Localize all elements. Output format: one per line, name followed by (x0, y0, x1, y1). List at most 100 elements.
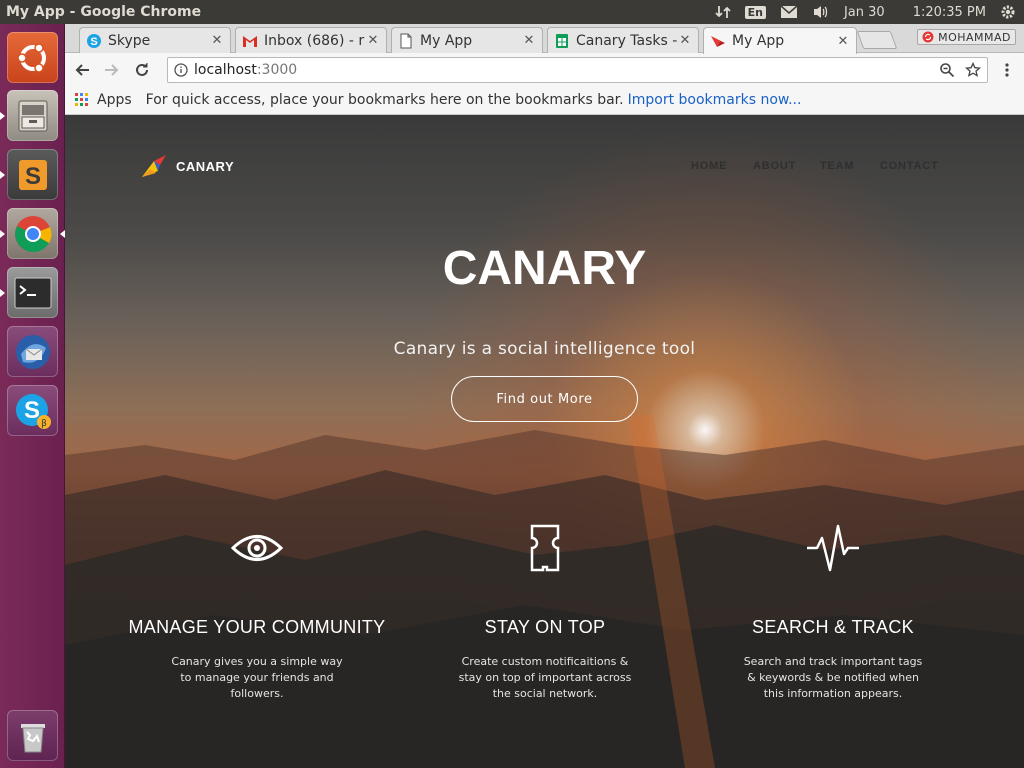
thunderbird-icon (15, 334, 50, 369)
star-icon[interactable] (965, 61, 981, 78)
sheets-icon (554, 33, 570, 49)
feature-text: Canary gives you a simple way to manage … (171, 655, 343, 700)
keyboard-layout-indicator[interactable]: En (744, 5, 766, 19)
canary-bird-logo-icon (142, 155, 166, 177)
pulse-icon (688, 523, 978, 573)
nav-link-home[interactable]: HOME (691, 160, 727, 172)
skype-icon: S (86, 33, 102, 49)
kebab-menu-icon (1005, 62, 1009, 77)
ubuntu-dash-button[interactable] (7, 32, 58, 83)
chrome-window: S Skype ✕ Inbox (686) - r ✕ My App ✕ Can… (65, 24, 1024, 768)
page-icon (398, 33, 414, 49)
sync-error-icon (922, 31, 934, 43)
close-icon[interactable]: ✕ (210, 33, 224, 48)
volume-icon[interactable] (812, 4, 830, 20)
tab-my-app-active[interactable]: My App ✕ (703, 27, 857, 54)
unity-launcher: S S β (0, 24, 65, 768)
tab-label: Skype (108, 32, 151, 49)
arrow-left-icon (75, 63, 89, 76)
nav-link-contact[interactable]: CONTACT (880, 160, 939, 172)
apps-link[interactable]: Apps (97, 92, 132, 108)
sublime-text-icon: S (18, 159, 47, 190)
file-cabinet-icon (18, 100, 47, 131)
nav-link-team[interactable]: TEAM (820, 160, 854, 172)
tab-label: My App (420, 32, 473, 49)
url-host: localhost (194, 61, 257, 78)
close-icon[interactable]: ✕ (522, 33, 536, 48)
feature-text: Search and track important tags & keywor… (743, 655, 923, 700)
hero-subtitle: Canary is a social intelligence tool (393, 339, 696, 359)
site-brand[interactable]: CANARY (140, 153, 234, 179)
feature-text: Create custom notificaitions & stay on t… (458, 655, 632, 700)
ubuntu-logo-icon (16, 42, 46, 73)
menu-button[interactable] (996, 59, 1018, 81)
tab-skype[interactable]: S Skype ✕ (79, 27, 231, 53)
bookmarks-bar: Apps For quick access, place your bookma… (65, 86, 1024, 115)
top-panel: My App - Google Chrome En Jan 30 1:20:35… (0, 0, 1024, 24)
system-tray: En Jan 30 1:20:35 PM (714, 4, 1024, 20)
close-icon[interactable]: ✕ (836, 34, 850, 49)
tab-canary-tasks[interactable]: Canary Tasks - ✕ (547, 27, 699, 53)
import-bookmarks-link[interactable]: Import bookmarks now... (628, 92, 802, 108)
address-bar[interactable]: localhost:3000 (167, 56, 988, 83)
tab-label: My App (732, 33, 785, 49)
chrome-launcher[interactable] (0, 208, 65, 259)
mail-icon[interactable] (780, 5, 798, 19)
skype-icon: S β (15, 393, 51, 429)
url-port: :3000 (256, 61, 298, 78)
back-button[interactable] (71, 59, 93, 81)
tab-inbox[interactable]: Inbox (686) - r ✕ (235, 27, 387, 53)
svg-text:S: S (90, 36, 97, 48)
trash-icon (20, 723, 45, 752)
thunderbird-launcher[interactable] (7, 326, 58, 377)
find-out-more-button[interactable]: Find out More (451, 376, 638, 422)
zoom-icon[interactable] (939, 62, 955, 78)
feature-title: SEARCH & TRACK (752, 617, 914, 637)
nav-link-about[interactable]: ABOUT (753, 160, 796, 172)
files-launcher[interactable] (0, 90, 58, 141)
feature-title: STAY ON TOP (484, 617, 606, 637)
feature-manage-community: MANAGE YOUR COMMUNITY Canary gives you a… (112, 523, 402, 702)
gear-icon[interactable] (1000, 4, 1016, 20)
site-navbar: CANARY HOME ABOUT TEAM CONTACT (65, 115, 1024, 215)
feature-stay-on-top: STAY ON TOP Create custom notificaitions… (400, 523, 690, 702)
forward-button[interactable] (101, 59, 123, 81)
tab-label: Canary Tasks - (576, 32, 678, 49)
apps-grid-icon[interactable] (75, 93, 89, 107)
reload-button[interactable] (131, 59, 153, 81)
gmail-icon (242, 33, 258, 49)
ticket-icon (400, 523, 690, 573)
web-page: CANARY HOME ABOUT TEAM CONTACT CANARY Ca… (65, 115, 1024, 768)
app-icon (710, 33, 726, 49)
close-icon[interactable]: ✕ (366, 33, 380, 48)
sublime-text-launcher[interactable]: S (0, 149, 58, 200)
svg-text:S: S (24, 163, 40, 190)
clock-label[interactable]: 1:20:35 PM (913, 5, 986, 20)
info-icon[interactable] (174, 62, 188, 77)
arrow-right-icon (105, 63, 119, 76)
running-indicator (0, 171, 5, 179)
profile-name: MOHAMMAD (938, 30, 1011, 44)
terminal-launcher[interactable] (0, 267, 58, 318)
brand-name: CANARY (176, 158, 235, 174)
network-icon[interactable] (714, 4, 731, 20)
tab-my-app[interactable]: My App ✕ (391, 27, 543, 53)
svg-text:β: β (41, 419, 47, 429)
running-indicator (0, 289, 5, 297)
reload-icon (136, 62, 148, 76)
bookmarks-hint: For quick access, place your bookmarks h… (145, 92, 624, 108)
feature-title: MANAGE YOUR COMMUNITY (128, 617, 386, 637)
browser-toolbar: localhost:3000 (65, 53, 1024, 86)
new-tab-button[interactable] (856, 31, 898, 49)
date-label[interactable]: Jan 30 (844, 5, 885, 20)
tab-strip: S Skype ✕ Inbox (686) - r ✕ My App ✕ Can… (65, 24, 1024, 54)
profile-button[interactable]: MOHAMMAD (917, 29, 1016, 45)
eye-icon (112, 523, 402, 573)
hero-title: CANARY (442, 242, 647, 295)
skype-launcher[interactable]: S β (7, 385, 58, 436)
running-indicator (0, 230, 5, 238)
running-indicator (0, 112, 5, 120)
trash-launcher[interactable] (7, 710, 58, 761)
close-icon[interactable]: ✕ (678, 33, 692, 48)
chrome-icon (14, 215, 51, 252)
